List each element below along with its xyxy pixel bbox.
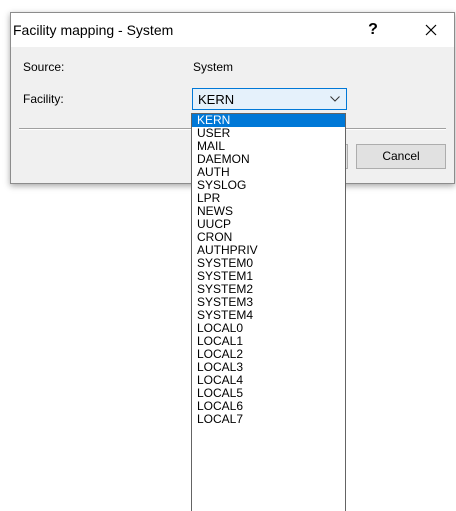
cancel-button[interactable]: Cancel — [356, 144, 446, 169]
title-bar: Facility mapping - System ? — [11, 13, 454, 47]
facility-label: Facility: — [23, 92, 64, 106]
facility-select-value: KERN — [198, 92, 235, 107]
source-label: Source: — [23, 60, 65, 74]
facility-dropdown-list[interactable]: KERN USER MAIL DAEMON AUTH SYSLOG LPR NEWS UUCP C… — [191, 113, 346, 511]
chevron-down-icon[interactable] — [330, 96, 340, 102]
facility-select[interactable]: KERN — [192, 88, 347, 110]
dropdown-option[interactable]: LOCAL7 — [192, 413, 345, 426]
screen: Facility mapping - System ? Source: Syst… — [0, 0, 456, 511]
close-icon — [425, 24, 437, 36]
window-title: Facility mapping - System — [13, 22, 174, 38]
source-value: System — [193, 60, 234, 74]
close-button[interactable] — [411, 17, 451, 43]
help-button[interactable]: ? — [359, 19, 387, 41]
